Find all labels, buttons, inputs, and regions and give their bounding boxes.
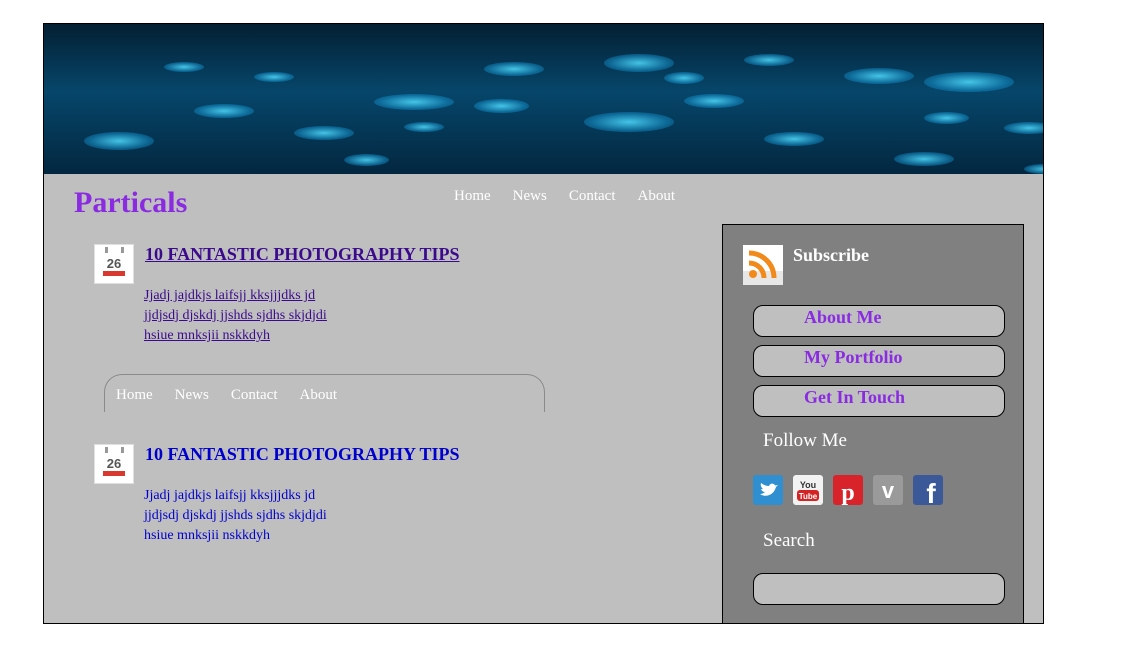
about-me-button[interactable]: About Me [753, 305, 1005, 337]
sidebar: Subscribe About Me My Portfolio Get In T… [722, 224, 1024, 623]
svg-text:f: f [926, 478, 936, 505]
subscribe-label: Subscribe [793, 245, 870, 265]
search-heading: Search [763, 530, 815, 551]
page-frame: Particals Home News Contact About 26 10 … [43, 23, 1044, 624]
post-excerpt-line[interactable]: jjdjsdj djskdj jjshds sjdhs skjdjdi [144, 308, 327, 323]
top-nav-contact-link[interactable]: Contact [569, 188, 616, 204]
get-in-touch-button[interactable]: Get In Touch [753, 385, 1005, 417]
svg-text:Tube: Tube [799, 492, 818, 501]
rss-icon[interactable] [743, 245, 783, 285]
calendar-day: 26 [106, 456, 122, 471]
mid-nav-contact-link[interactable]: Contact [231, 387, 278, 403]
top-nav-about-link[interactable]: About [638, 188, 676, 204]
top-nav-news-link[interactable]: News [513, 188, 547, 204]
my-portfolio-button[interactable]: My Portfolio [753, 345, 1005, 377]
site-title: Particals [74, 186, 188, 219]
post-excerpt-line[interactable]: hsiue mnksjii nskkdyh [144, 528, 270, 543]
mid-nav-news-link[interactable]: News [175, 387, 209, 403]
post-excerpt-line[interactable]: Jjadj jajdkjs laifsjj kksjjjdks jd [144, 288, 315, 303]
svg-text:p: p [841, 480, 854, 505]
header-banner-image [44, 24, 1043, 174]
svg-text:v: v [882, 478, 895, 503]
follow-me-heading: Follow Me [763, 430, 847, 451]
vimeo-icon[interactable]: v [873, 475, 903, 505]
calendar-day: 26 [106, 256, 122, 271]
post-title-link[interactable]: 10 FANTASTIC PHOTOGRAPHY TIPS [145, 444, 460, 465]
pinterest-icon[interactable]: p [833, 475, 863, 505]
top-nav: Home News Contact About [454, 187, 693, 205]
post-excerpt-line[interactable]: jjdjsdj djskdj jjshds sjdhs skjdjdi [144, 508, 327, 523]
calendar-icon: 26 [94, 244, 134, 284]
youtube-icon[interactable]: You Tube [793, 475, 823, 505]
svg-text:You: You [800, 480, 816, 490]
facebook-icon[interactable]: f [913, 475, 943, 505]
mid-nav: Home News Contact About [104, 374, 545, 412]
search-input[interactable] [753, 573, 1005, 605]
twitter-icon[interactable] [753, 475, 783, 505]
mid-nav-home-link[interactable]: Home [116, 387, 153, 403]
mid-nav-about-link[interactable]: About [300, 387, 338, 403]
post-excerpt-line[interactable]: Jjadj jajdkjs laifsjj kksjjjdks jd [144, 488, 315, 503]
post-title-link[interactable]: 10 FANTASTIC PHOTOGRAPHY TIPS [145, 244, 460, 265]
top-nav-home-link[interactable]: Home [454, 188, 491, 204]
post-excerpt-line[interactable]: hsiue mnksjii nskkdyh [144, 328, 270, 343]
calendar-icon: 26 [94, 444, 134, 484]
